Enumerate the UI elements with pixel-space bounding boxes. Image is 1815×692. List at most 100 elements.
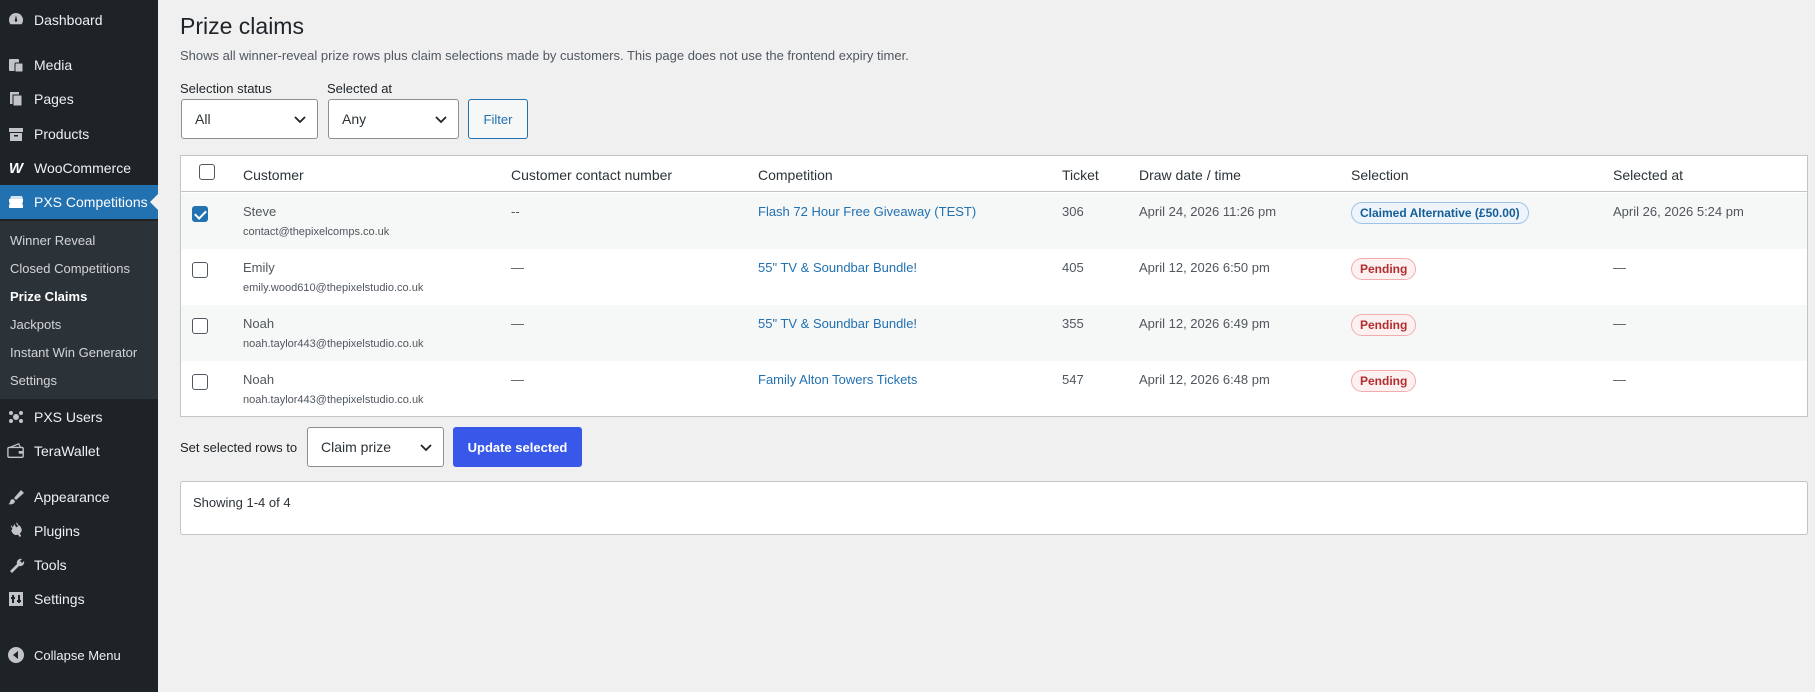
customer-email: emily.wood610@thepixelstudio.co.uk bbox=[243, 282, 424, 294]
status-badge: Pending bbox=[1351, 314, 1417, 336]
table-row: Noah noah.taylor443@thepixelstudio.co.uk… bbox=[181, 361, 1807, 417]
sidebar-item-label: PXS Users bbox=[34, 409, 103, 425]
sidebar-item-label: Settings bbox=[34, 591, 85, 607]
customer-name: Emily bbox=[243, 260, 275, 275]
selection-status-label: Selection status bbox=[180, 81, 272, 96]
submenu-item-settings[interactable]: Settings bbox=[10, 373, 57, 388]
status-badge: Pending bbox=[1351, 370, 1417, 392]
row-checkbox[interactable] bbox=[192, 262, 208, 278]
sidebar-item-woocommerce[interactable]: W WooCommerce bbox=[0, 151, 158, 185]
competition-link[interactable]: Flash 72 Hour Free Giveaway (TEST) bbox=[758, 204, 976, 219]
prize-claims-table: Customer Customer contact number Competi… bbox=[180, 155, 1808, 417]
sidebar-item-media[interactable]: Media bbox=[0, 48, 158, 82]
chevron-down-icon bbox=[419, 440, 433, 457]
submenu-item-jackpots[interactable]: Jackpots bbox=[10, 317, 61, 332]
ticket-number: 547 bbox=[1062, 372, 1084, 387]
dashboard-icon bbox=[7, 11, 25, 29]
column-header-selected-at[interactable]: Selected at bbox=[1613, 167, 1683, 183]
customer-email: noah.taylor443@thepixelstudio.co.uk bbox=[243, 338, 424, 350]
column-header-ticket[interactable]: Ticket bbox=[1062, 167, 1099, 183]
selected-at-label: Selected at bbox=[327, 81, 393, 96]
competitions-icon bbox=[7, 193, 25, 211]
customer-contact: — bbox=[511, 372, 524, 387]
table-header: Customer Customer contact number Competi… bbox=[181, 156, 1807, 192]
column-header-customer[interactable]: Customer bbox=[243, 167, 304, 183]
sidebar-item-pxs-competitions[interactable]: PXS Competitions bbox=[0, 185, 158, 219]
selected-at-select[interactable]: Any bbox=[328, 99, 459, 139]
chevron-down-icon bbox=[293, 112, 307, 129]
sidebar-item-pages[interactable]: Pages bbox=[0, 82, 158, 116]
sidebar-item-label: TeraWallet bbox=[34, 443, 100, 459]
ticket-number: 405 bbox=[1062, 260, 1084, 275]
column-header-draw-date[interactable]: Draw date / time bbox=[1139, 167, 1241, 183]
competitions-submenu: Winner Reveal Closed Competitions Prize … bbox=[0, 221, 158, 399]
sidebar-item-label: Tools bbox=[34, 557, 67, 573]
competition-link[interactable]: 55" TV & Soundbar Bundle! bbox=[758, 260, 917, 275]
users-icon bbox=[7, 408, 25, 426]
select-all-checkbox[interactable] bbox=[199, 164, 215, 180]
sidebar-item-terawallet[interactable]: TeraWallet bbox=[0, 434, 158, 468]
selected-at-value: Any bbox=[342, 111, 367, 127]
customer-name: Steve bbox=[243, 204, 277, 219]
competition-link[interactable]: Family Alton Towers Tickets bbox=[758, 372, 917, 387]
status-badge: Pending bbox=[1351, 258, 1417, 280]
sidebar-item-label: Products bbox=[34, 126, 90, 142]
customer-name: Noah bbox=[243, 316, 275, 331]
pagination-summary: Showing 1-4 of 4 bbox=[180, 481, 1808, 535]
sidebar-item-appearance[interactable]: Appearance bbox=[0, 480, 158, 514]
sidebar-item-label: Pages bbox=[34, 91, 74, 107]
sidebar-item-dashboard[interactable]: Dashboard bbox=[0, 3, 158, 37]
submenu-item-winner-reveal[interactable]: Winner Reveal bbox=[10, 233, 95, 248]
sidebar-item-label: Appearance bbox=[34, 489, 110, 505]
selection-status-select[interactable]: All bbox=[181, 99, 318, 139]
submenu-item-closed-competitions[interactable]: Closed Competitions bbox=[10, 261, 130, 276]
column-header-contact[interactable]: Customer contact number bbox=[511, 167, 672, 183]
status-badge: Claimed Alternative (£50.00) bbox=[1351, 202, 1529, 224]
sidebar-item-label: PXS Competitions bbox=[34, 194, 148, 210]
customer-contact: -- bbox=[511, 204, 520, 219]
row-checkbox[interactable] bbox=[192, 374, 208, 390]
products-icon bbox=[7, 125, 25, 143]
update-selected-button[interactable]: Update selected bbox=[453, 427, 582, 467]
customer-email: contact@thepixelcomps.co.uk bbox=[243, 226, 390, 238]
sidebar-item-tools[interactable]: Tools bbox=[0, 548, 158, 582]
page-description: Shows all winner-reveal prize rows plus … bbox=[180, 48, 909, 63]
page-title: Prize claims bbox=[180, 13, 304, 39]
table-row: Emily emily.wood610@thepixelstudio.co.uk… bbox=[181, 249, 1807, 305]
column-header-competition[interactable]: Competition bbox=[758, 167, 833, 183]
tools-icon bbox=[7, 556, 25, 574]
sidebar-item-label: Collapse Menu bbox=[34, 647, 121, 663]
customer-contact: — bbox=[511, 316, 524, 331]
table-row: Noah noah.taylor443@thepixelstudio.co.uk… bbox=[181, 305, 1807, 361]
sidebar-item-settings[interactable]: Settings bbox=[0, 582, 158, 616]
submenu-item-instant-win-generator[interactable]: Instant Win Generator bbox=[10, 345, 137, 360]
bulk-action-label: Set selected rows to bbox=[180, 440, 298, 455]
table-row: Steve contact@thepixelcomps.co.uk -- Fla… bbox=[181, 193, 1807, 249]
selected-at: — bbox=[1613, 260, 1626, 275]
customer-name: Noah bbox=[243, 372, 275, 387]
sidebar-item-products[interactable]: Products bbox=[0, 117, 158, 151]
column-header-selection[interactable]: Selection bbox=[1351, 167, 1409, 183]
collapse-menu-button[interactable]: Collapse Menu bbox=[0, 638, 158, 672]
main-content: Prize claims Shows all winner-reveal pri… bbox=[158, 0, 1815, 692]
ticket-number: 306 bbox=[1062, 204, 1084, 219]
sidebar-item-plugins[interactable]: Plugins bbox=[0, 514, 158, 548]
filter-button[interactable]: Filter bbox=[468, 99, 528, 139]
appearance-icon bbox=[7, 488, 25, 506]
draw-datetime: April 12, 2026 6:48 pm bbox=[1139, 372, 1270, 387]
selected-at: — bbox=[1613, 372, 1626, 387]
plugins-icon bbox=[7, 522, 25, 540]
sidebar-item-label: Media bbox=[34, 57, 73, 73]
selected-at: — bbox=[1613, 316, 1626, 331]
submenu-item-prize-claims[interactable]: Prize Claims bbox=[10, 289, 87, 304]
sidebar-item-pxs-users[interactable]: PXS Users bbox=[0, 400, 158, 434]
row-checkbox[interactable] bbox=[192, 206, 208, 222]
settings-icon bbox=[7, 590, 25, 608]
customer-email: noah.taylor443@thepixelstudio.co.uk bbox=[243, 394, 424, 406]
sidebar-item-label: Plugins bbox=[34, 523, 80, 539]
bulk-action-select[interactable]: Claim prize bbox=[307, 427, 444, 467]
row-checkbox[interactable] bbox=[192, 318, 208, 334]
sidebar-item-label: WooCommerce bbox=[34, 160, 131, 176]
admin-sidebar: Dashboard Media Pages Products W WooComm… bbox=[0, 0, 158, 692]
competition-link[interactable]: 55" TV & Soundbar Bundle! bbox=[758, 316, 917, 331]
